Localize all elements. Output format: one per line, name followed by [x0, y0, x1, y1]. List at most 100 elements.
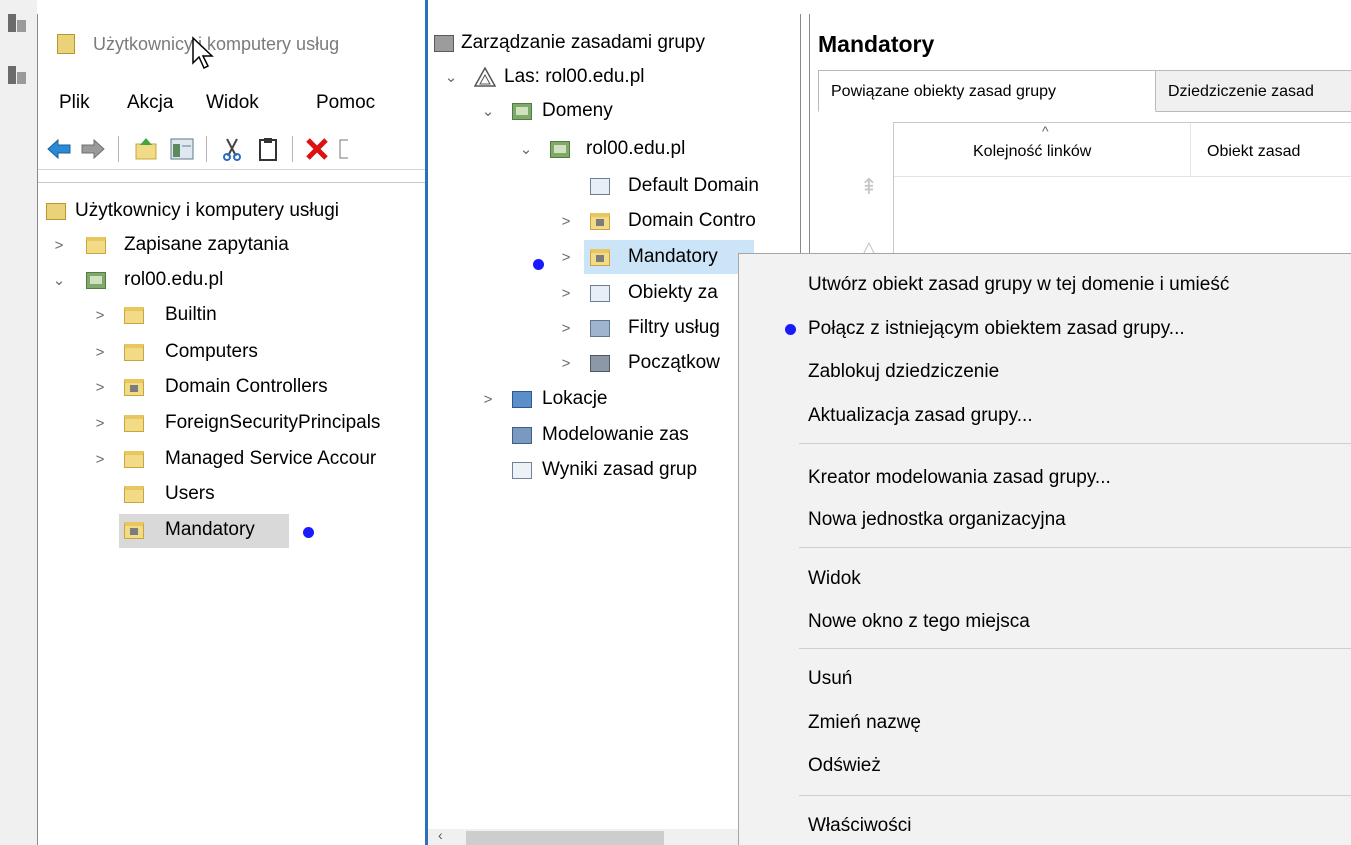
chevron-right-icon[interactable]: >	[92, 374, 108, 402]
menu-item-block-inheritance[interactable]: Zablokuj dziedziczenie	[808, 354, 999, 390]
menu-item-new-ou[interactable]: Nowa jednostka organizacyjna	[808, 502, 1066, 538]
chevron-right-icon[interactable]: >	[558, 280, 574, 308]
folder-icon	[124, 344, 144, 361]
domain-icon	[550, 141, 570, 158]
column-link-order[interactable]: Kolejność linków	[973, 143, 1091, 161]
chevron-right-icon[interactable]: >	[558, 208, 574, 236]
ou-folder-icon	[124, 522, 144, 539]
folder-icon	[86, 237, 106, 254]
tab-inheritance[interactable]: Dziedziczenie zasad	[1156, 70, 1351, 112]
chevron-right-icon[interactable]: >	[480, 386, 496, 414]
show-hide-tree-icon[interactable]	[169, 136, 195, 162]
move-to-top-icon[interactable]: ⇞	[855, 174, 883, 202]
tree-item-saved-queries[interactable]: > Zapisane zapytania	[38, 230, 426, 262]
menu-akcja[interactable]: Akcja	[127, 92, 173, 114]
menu-item-link-existing-gpo[interactable]: Połącz z istniejącym obiektem zasad grup…	[808, 311, 1185, 347]
menu-item-modeling-wizard[interactable]: Kreator modelowania zasad grupy...	[808, 460, 1111, 496]
aduc-menu-bar: Plik Akcja Widok Pomoc	[38, 86, 426, 122]
chevron-right-icon[interactable]: >	[92, 302, 108, 330]
tab-linked-gpos[interactable]: Powiązane obiekty zasad grupy	[818, 70, 1156, 112]
tree-item-computers[interactable]: > Computers	[38, 337, 426, 369]
tree-item-domains[interactable]: ⌄ Domeny	[428, 96, 801, 128]
menu-separator	[799, 443, 1351, 444]
toolbar-separator	[206, 136, 207, 162]
tree-label: Modelowanie zas	[542, 424, 689, 445]
menu-item-delete[interactable]: Usuń	[808, 661, 852, 697]
chevron-right-icon[interactable]: >	[558, 350, 574, 378]
context-menu: Utwórz obiekt zasad grupy w tej domenie …	[738, 253, 1351, 845]
tree-label: Las: rol00.edu.pl	[504, 66, 645, 87]
column-separator[interactable]	[1190, 123, 1191, 177]
menu-item-properties[interactable]: Właściwości	[808, 808, 911, 844]
column-gpo[interactable]: Obiekt zasad	[1207, 143, 1300, 161]
ou-folder-icon	[590, 249, 610, 266]
menu-widok[interactable]: Widok	[206, 92, 259, 114]
detail-tabs: Powiązane obiekty zasad grupy Dziedzicze…	[818, 66, 1351, 112]
delete-icon[interactable]	[304, 136, 330, 162]
chevron-right-icon[interactable]: >	[558, 315, 574, 343]
mouse-cursor-icon	[190, 36, 218, 72]
tree-item-mandatory[interactable]: Mandatory	[38, 515, 426, 547]
tree-label: Mandatory	[628, 246, 718, 267]
tree-item-root[interactable]: Użytkownicy i komputery usługi	[38, 196, 426, 228]
ou-folder-icon	[124, 379, 144, 396]
tree-item-gpmc-domain-controllers[interactable]: > Domain Contro	[428, 206, 801, 238]
desktop-app-icon[interactable]	[8, 14, 26, 34]
tree-label: rol00.edu.pl	[124, 269, 224, 290]
tree-item-gpmc-domain[interactable]: ⌄ rol00.edu.pl	[428, 134, 801, 166]
tree-label: Wyniki zasad grup	[542, 459, 698, 480]
menu-item-rename[interactable]: Zmień nazwę	[808, 705, 921, 741]
menu-separator	[799, 795, 1351, 796]
chevron-right-icon[interactable]: >	[92, 339, 108, 367]
starter-gpo-icon	[590, 355, 610, 372]
tree-label: Domeny	[542, 100, 613, 121]
menu-item-view[interactable]: Widok	[808, 561, 861, 597]
up-folder-icon[interactable]	[133, 136, 159, 162]
tree-item-forest[interactable]: ⌄ Las: rol00.edu.pl	[428, 62, 801, 94]
tree-item-default-domain-policy[interactable]: Default Domain	[428, 171, 801, 203]
chevron-right-icon[interactable]: >	[92, 410, 108, 438]
tree-item-managed-service-accounts[interactable]: > Managed Service Accour	[38, 444, 426, 476]
scrollbar-thumb[interactable]	[466, 831, 664, 845]
tree-item-builtin[interactable]: > Builtin	[38, 300, 426, 332]
tree-label: ForeignSecurityPrincipals	[165, 412, 381, 433]
properties-icon[interactable]	[338, 136, 348, 162]
aduc-tree: Użytkownicy i komputery usługi > Zapisan…	[38, 182, 426, 845]
aduc-window: Użytkownicy i komputery usług Plik Akcja…	[37, 14, 426, 845]
aduc-app-icon	[57, 34, 75, 54]
ou-folder-icon	[590, 213, 610, 230]
tree-item-domain-controllers[interactable]: > Domain Controllers	[38, 372, 426, 404]
chevron-down-icon[interactable]: ⌄	[480, 98, 496, 126]
tree-label: Mandatory	[165, 519, 255, 540]
forward-arrow-icon[interactable]	[80, 136, 106, 162]
chevron-right-icon[interactable]: >	[558, 244, 574, 272]
chevron-down-icon[interactable]: ⌄	[518, 136, 534, 164]
menu-item-create-gpo[interactable]: Utwórz obiekt zasad grupy w tej domenie …	[808, 267, 1229, 303]
tree-item-gpmc-root[interactable]: Zarządzanie zasadami grupy	[428, 28, 801, 60]
aduc-title-bar[interactable]: Użytkownicy i komputery usług	[38, 14, 426, 74]
chevron-down-icon[interactable]: ⌄	[443, 64, 459, 92]
desktop-app-icon[interactable]	[8, 66, 26, 86]
gpmc-icon	[434, 35, 454, 52]
tree-item-foreign-security-principals[interactable]: > ForeignSecurityPrincipals	[38, 408, 426, 440]
chevron-down-icon[interactable]: ⌄	[51, 267, 67, 295]
clipboard-icon[interactable]	[255, 136, 281, 162]
tree-item-domain[interactable]: ⌄ rol00.edu.pl	[38, 265, 426, 297]
folder-icon	[124, 415, 144, 432]
cut-icon[interactable]	[219, 136, 245, 162]
sort-ascending-icon: ^	[1042, 123, 1049, 139]
scroll-left-icon[interactable]: ‹	[438, 827, 443, 843]
tree-item-users[interactable]: Users	[38, 479, 426, 511]
menu-item-refresh[interactable]: Odśwież	[808, 748, 881, 784]
menu-item-new-window[interactable]: Nowe okno z tego miejsca	[808, 604, 1030, 640]
chevron-right-icon[interactable]: >	[92, 446, 108, 474]
chevron-right-icon[interactable]: >	[51, 232, 67, 260]
menu-pomoc[interactable]: Pomoc	[316, 92, 375, 114]
desktop-strip	[0, 0, 37, 845]
tree-label: Zapisane zapytania	[124, 234, 289, 255]
results-icon	[512, 462, 532, 479]
back-arrow-icon[interactable]	[46, 136, 72, 162]
tree-label: Computers	[165, 341, 258, 362]
menu-item-gp-update[interactable]: Aktualizacja zasad grupy...	[808, 398, 1033, 434]
menu-plik[interactable]: Plik	[59, 92, 90, 114]
